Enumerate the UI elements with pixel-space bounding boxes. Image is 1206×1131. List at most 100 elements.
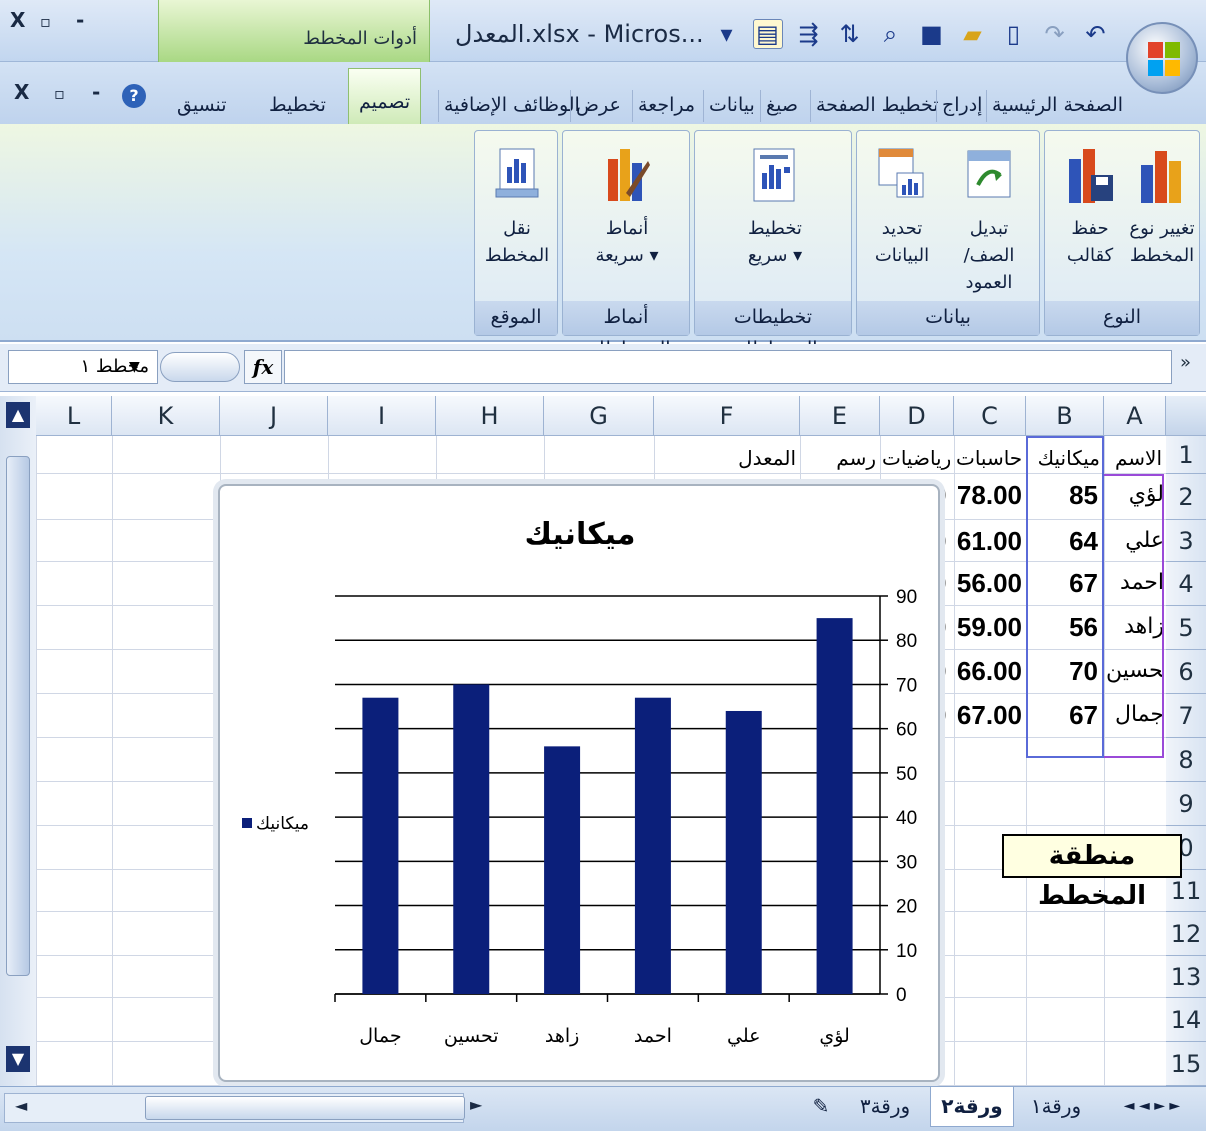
column-header-B[interactable]: B [1026,396,1104,436]
close-window-button[interactable]: X [10,8,25,32]
column-header-K[interactable]: K [112,396,220,436]
cell-comp[interactable]: 59.00 [956,612,1022,643]
redo-icon[interactable]: ↷ [1040,20,1070,48]
minimize-window-button[interactable]: - [76,8,84,32]
horizontal-scrollbar[interactable]: ◄ [4,1093,465,1123]
name-box[interactable]: مخطط ١ ▼ [8,350,158,384]
row-header-12[interactable]: 12 [1166,912,1206,956]
cell-mech[interactable]: 85 [1028,480,1098,511]
sheet-tab-3[interactable]: ورقة٣ [842,1087,928,1127]
print-preview-icon[interactable]: ⌕ [876,20,906,48]
tab-view[interactable]: عرض [570,90,626,122]
save-icon[interactable]: ■ [917,20,947,48]
switch-row-column-button[interactable]: تبديل الصف/العمود [941,145,1037,296]
row-header-14[interactable]: 14 [1166,998,1206,1042]
column-header-E[interactable]: E [800,396,880,436]
row-header-7[interactable]: 7 [1166,694,1206,738]
cell-header-E[interactable]: رسم [802,446,876,476]
column-header-J[interactable]: J [220,396,328,436]
tab-layout[interactable]: تخطيط [264,90,331,122]
tab-review[interactable]: مراجعة [632,90,700,122]
tab-page-layout[interactable]: تخطيط الصفحة [810,90,944,122]
open-icon[interactable]: ▰ [958,20,988,48]
row-header-6[interactable]: 6 [1166,650,1206,694]
scroll-down-icon[interactable]: ▼ [6,1046,30,1072]
cell-header-D[interactable]: رياضيات [882,446,950,476]
column-header-L[interactable]: L [36,396,112,436]
cell-comp[interactable]: 66.00 [956,656,1022,687]
scroll-right-icon[interactable]: ► [470,1095,482,1114]
cell-mech[interactable]: 64 [1028,526,1098,557]
cell-name[interactable]: احمد [1106,570,1164,595]
tab-home[interactable]: الصفحة الرئيسية [986,90,1128,122]
quick-layout-button[interactable]: تخطيط سريع ▾ [725,145,825,269]
tab-format[interactable]: تنسيق [172,90,232,122]
column-header-H[interactable]: H [436,396,544,436]
formula-bar-resizer[interactable] [160,352,240,382]
cell-mech[interactable]: 67 [1028,700,1098,731]
cell-header-B[interactable]: ميكانيك [1028,446,1100,476]
cell-comp[interactable]: 78.00 [956,480,1022,511]
row-header-3[interactable]: 3 [1166,520,1206,562]
row-header-13[interactable]: 13 [1166,956,1206,998]
sheet-tab-2[interactable]: ورقة٢ [930,1087,1014,1127]
row-header-5[interactable]: 5 [1166,606,1206,650]
cell-header-C[interactable]: حاسبات [956,446,1022,476]
tab-addins[interactable]: الوظائف الإضافية [438,90,585,122]
filter-icon[interactable]: ⇅ [835,20,865,48]
change-chart-type-button[interactable]: تغيير نوع المخطط [1127,145,1197,269]
row-header-4[interactable]: 4 [1166,562,1206,606]
cell-comp[interactable]: 61.00 [956,526,1022,557]
column-header-F[interactable]: F [654,396,800,436]
quick-styles-button[interactable]: أنماط سريعة ▾ [577,145,677,269]
restore-window-button[interactable]: ▫ [40,12,51,31]
cell-name[interactable]: جمال [1106,702,1164,727]
row-header-8[interactable]: 8 [1166,738,1206,782]
cell-mech[interactable]: 56 [1028,612,1098,643]
cell-comp[interactable]: 67.00 [956,700,1022,731]
customize-qat-icon[interactable]: ▾ [712,20,742,48]
sheet-tab-1[interactable]: ورقة١ [1016,1087,1096,1127]
move-chart-button[interactable]: نقل المخطط [481,145,553,269]
cell-mech[interactable]: 67 [1028,568,1098,599]
save-as-template-button[interactable]: حفظ كقالب [1055,145,1125,269]
minimize-workbook-button[interactable]: - [92,80,100,104]
cell-comp[interactable]: 56.00 [956,568,1022,599]
cell-header-A[interactable]: الاسم [1106,446,1162,476]
column-header-I[interactable]: I [328,396,436,436]
cell-header-F[interactable]: المعدل [656,446,796,476]
formula-input[interactable] [284,350,1172,384]
row-header-1[interactable]: 1 [1166,436,1206,474]
sort-icon[interactable]: ⇶ [794,20,824,48]
undo-icon[interactable]: ↶ [1081,20,1111,48]
form-icon[interactable]: ▤ [752,19,783,49]
restore-workbook-button[interactable]: ▫ [54,84,65,103]
hscroll-thumb[interactable] [145,1096,465,1120]
office-button[interactable] [1126,22,1198,94]
tab-insert[interactable]: إدراج [936,90,987,122]
chevron-down-icon[interactable]: ▼ [129,351,140,383]
scroll-up-icon[interactable]: ▲ [6,402,30,428]
insert-sheet-icon[interactable]: ✎ [804,1087,838,1127]
select-data-button[interactable]: تحديد البيانات [861,145,943,269]
close-workbook-button[interactable]: X [14,80,29,104]
cell-name[interactable]: تحسين [1106,658,1164,683]
row-header-2[interactable]: 2 [1166,474,1206,520]
tab-design[interactable]: تصميم [348,68,422,124]
column-header-C[interactable]: C [954,396,1026,436]
column-header-D[interactable]: D [880,396,954,436]
scroll-left-icon[interactable]: ◄ [15,1096,27,1115]
cell-name[interactable]: علي [1106,528,1164,553]
cell-name[interactable]: لؤي [1106,482,1164,507]
vertical-scrollbar[interactable]: ▲ ▼ [0,396,36,1086]
tab-data[interactable]: بيانات [703,90,760,122]
insert-function-button[interactable]: fx [244,350,282,384]
row-header-9[interactable]: 9 [1166,782,1206,826]
cell-name[interactable]: زاهد [1106,614,1164,639]
new-icon[interactable]: ▯ [999,20,1029,48]
tab-formulas[interactable]: صيغ [760,90,803,122]
chart-area[interactable]: ميكانيك 0 10 20 30 40 50 60 70 80 90 لؤي علي احمد زاهد… [218,484,940,1082]
column-header-A[interactable]: A [1104,396,1166,436]
sheet-nav-buttons[interactable]: ◄ ◄ ► ► [1100,1087,1204,1127]
row-header-15[interactable]: 15 [1166,1042,1206,1086]
